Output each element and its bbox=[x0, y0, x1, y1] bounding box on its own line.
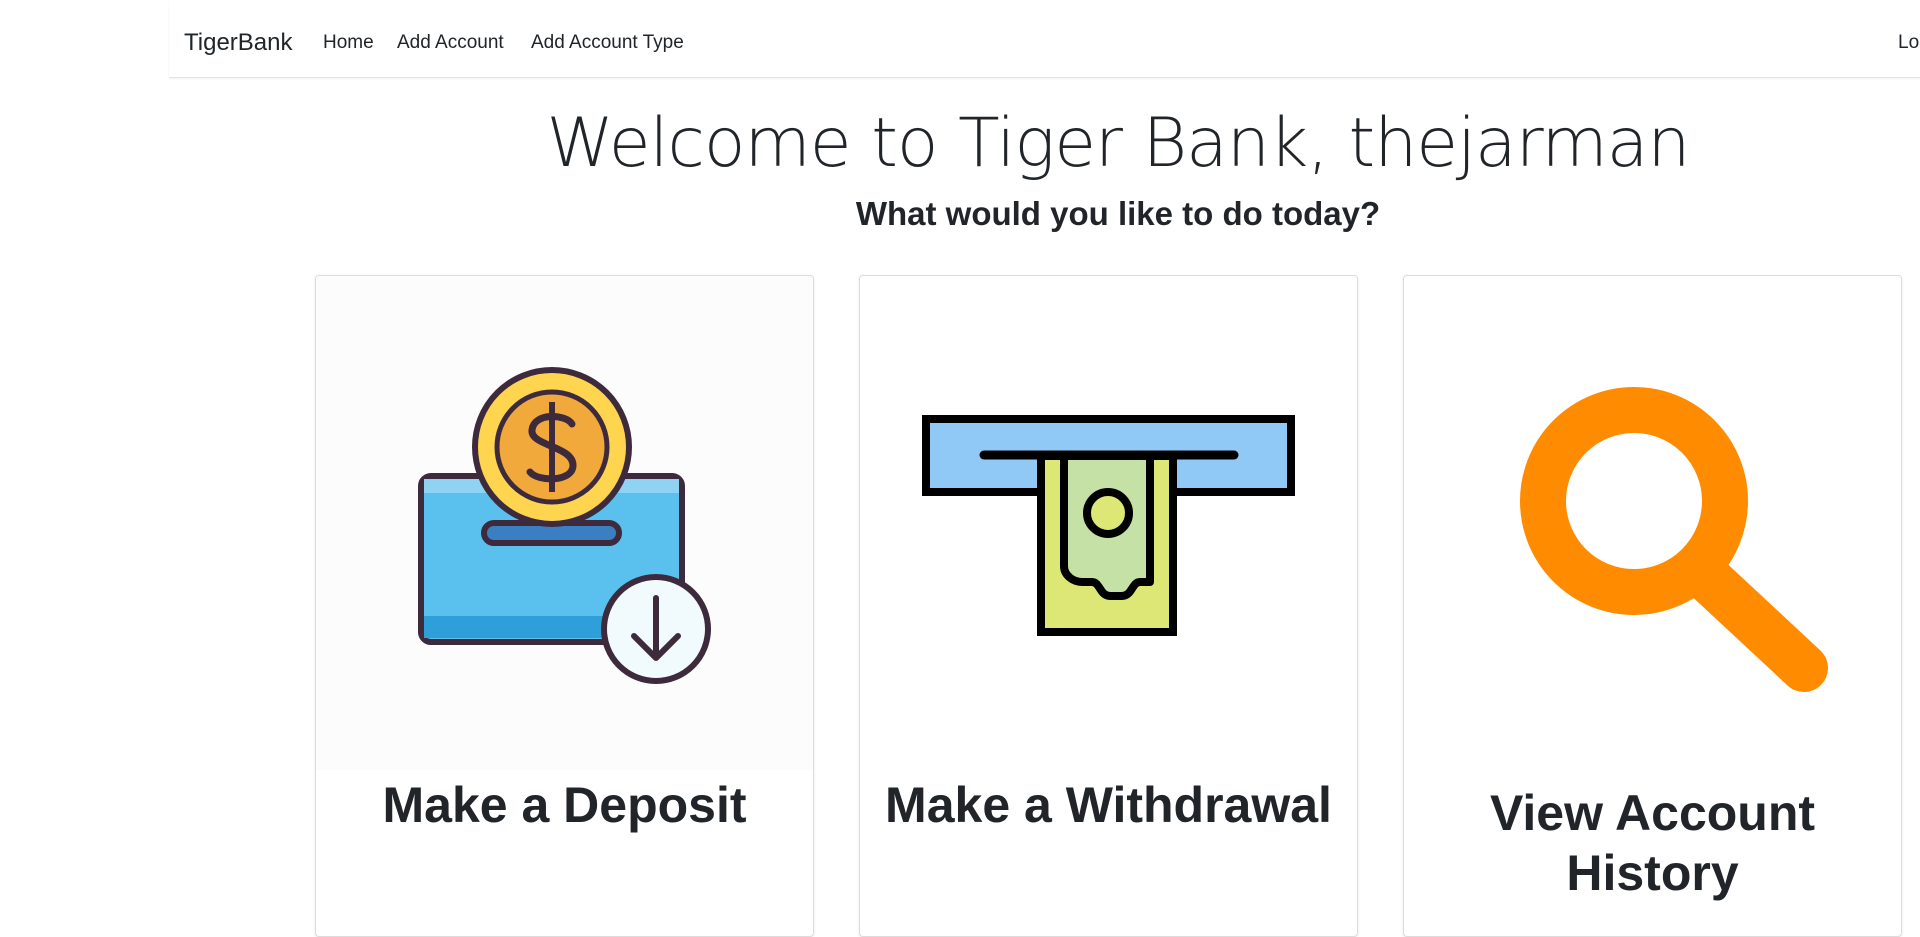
nav-logout-link[interactable]: Lo bbox=[1898, 31, 1920, 55]
withdrawal-card[interactable]: Make a Withdrawal bbox=[859, 275, 1358, 937]
history-card[interactable]: View Account History bbox=[1403, 275, 1902, 937]
atm-cash-icon bbox=[922, 415, 1295, 636]
history-card-image[interactable] bbox=[1404, 276, 1901, 770]
magnifier-icon bbox=[1520, 387, 1828, 692]
nav-add-account-type-link[interactable]: Add Account Type bbox=[531, 31, 684, 55]
welcome-heading: Welcome to Tiger Bank, thejarman bbox=[546, 104, 1691, 183]
deposit-card-image[interactable] bbox=[316, 276, 813, 770]
deposit-coin-icon bbox=[418, 367, 711, 684]
withdrawal-card-title[interactable]: Make a Withdrawal bbox=[860, 775, 1357, 835]
history-card-title[interactable]: View Account History bbox=[1404, 783, 1901, 903]
deposit-card[interactable]: Make a Deposit bbox=[315, 275, 814, 937]
nav-home-link[interactable]: Home bbox=[323, 31, 374, 55]
deposit-card-title[interactable]: Make a Deposit bbox=[316, 775, 813, 835]
withdrawal-card-image[interactable] bbox=[860, 276, 1357, 770]
welcome-subtitle: What would you like to do today? bbox=[855, 195, 1381, 232]
nav-add-account-link[interactable]: Add Account bbox=[397, 31, 504, 55]
top-navbar: TigerBank Home Add Account Add Account T… bbox=[169, 0, 1920, 78]
brand-link[interactable]: TigerBank bbox=[184, 28, 293, 58]
